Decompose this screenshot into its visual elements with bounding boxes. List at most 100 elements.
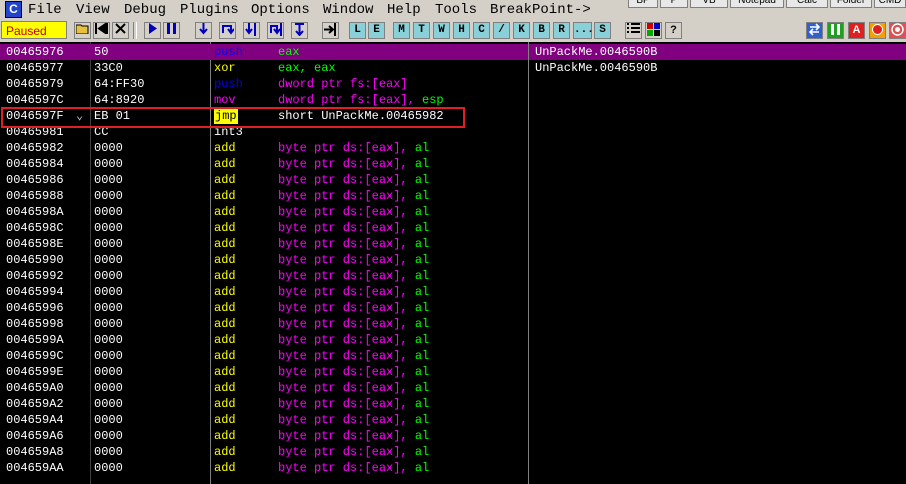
patches-window-button[interactable]: / [493,22,510,39]
help-icon[interactable]: ? [665,22,682,39]
operands-cell: byte ptr ds:[eax], al [278,381,430,395]
tab-p[interactable]: P [660,0,688,8]
restart-icon[interactable] [93,21,110,39]
threads-window-button[interactable]: T [413,22,430,39]
comment-cell[interactable]: UnPackMe.0046590B [529,44,906,60]
menu-file[interactable]: File [28,0,62,20]
disassembly-row[interactable]: 00465988 0000 add byte ptr ds:[eax], al [0,188,528,204]
disassembly-row[interactable]: 00465994 0000 add byte ptr ds:[eax], al [0,284,528,300]
grid-icon[interactable] [645,22,662,39]
plugin-icon[interactable] [827,22,844,39]
operands-cell: dword ptr fs:[eax], esp [278,93,444,107]
disassembly-row[interactable]: 004659A2 0000 add byte ptr ds:[eax], al [0,396,528,412]
tab-folder[interactable]: Folder [830,0,872,8]
disassembly-row[interactable]: 00465996 0000 add byte ptr ds:[eax], al [0,300,528,316]
close-icon[interactable] [112,22,129,39]
step-into-icon[interactable] [195,22,212,39]
disassembly-row[interactable]: 004659A8 0000 add byte ptr ds:[eax], al [0,444,528,460]
disassembly-row[interactable]: 00465977 33C0 xor eax, eax [0,60,528,76]
menu-tools[interactable]: Tools [435,0,477,20]
highlight-annotation-box [1,107,465,128]
hex-bytes-cell: 0000 [94,301,123,315]
mnemonic-cell: add [214,237,236,251]
menu-help[interactable]: Help [387,0,421,20]
address-cell: 0046599C [6,349,64,363]
trace-into-icon[interactable] [243,22,260,39]
disassembly-row[interactable]: 0046599E 0000 add byte ptr ds:[eax], al [0,364,528,380]
menu-plugins[interactable]: Plugins [180,0,239,20]
memory-window-button[interactable]: M [393,22,410,39]
address-cell: 00465984 [6,157,64,171]
refresh-icon[interactable] [806,22,823,39]
address-cell: 0046599E [6,365,64,379]
mnemonic-cell: add [214,189,236,203]
modules-window-button[interactable]: E [368,22,385,39]
menu-options[interactable]: Options [251,0,310,20]
tab-notepad[interactable]: Notepad [730,0,784,8]
attach-icon[interactable]: A [848,22,865,39]
cpu-window-button[interactable]: C [473,22,490,39]
disassembly-row[interactable]: 0046598C 0000 add byte ptr ds:[eax], al [0,220,528,236]
disassembly-row[interactable]: 00465990 0000 add byte ptr ds:[eax], al [0,252,528,268]
cpu-disassembly-pane[interactable]: 00465976 50 push eax 00465977 33C0 xor eax, eax… [0,42,906,484]
stop-icon[interactable] [869,22,886,39]
tab-cmd[interactable]: CMD [874,0,906,8]
disassembly-row[interactable]: 00465992 0000 add byte ptr ds:[eax], al [0,268,528,284]
hex-bytes-cell: 0000 [94,445,123,459]
menu-window[interactable]: Window [323,0,373,20]
disassembly-row[interactable]: 00465984 0000 add byte ptr ds:[eax], al [0,156,528,172]
menu-view[interactable]: View [76,0,110,20]
step-over-icon[interactable] [219,22,236,39]
disassembly-row[interactable]: 00465986 0000 add byte ptr ds:[eax], al [0,172,528,188]
address-cell: 00465990 [6,253,64,267]
tab-bp[interactable]: BP [628,0,658,8]
references-window-button[interactable]: R [553,22,570,39]
target-icon[interactable] [889,22,906,39]
goto-icon[interactable] [322,22,339,39]
operands-cell: byte ptr ds:[eax], al [278,189,430,203]
address-cell: 0046599A [6,333,64,347]
disassembly-row[interactable]: 0046597C 64:8920 mov dword ptr fs:[eax], es… [0,92,528,108]
disassembly-row[interactable]: 004659A6 0000 add byte ptr ds:[eax], al [0,428,528,444]
disassembly-row[interactable]: 004659A0 0000 add byte ptr ds:[eax], al [0,380,528,396]
call-stack-window-button[interactable]: K [513,22,530,39]
disassembly-row[interactable]: 00465979 64:FF30 push dword ptr fs:[eax] [0,76,528,92]
disassembly-row[interactable]: 0046599A 0000 add byte ptr ds:[eax], al [0,332,528,348]
tab-calc[interactable]: Calc [786,0,828,8]
hex-bytes-cell: 0000 [94,333,123,347]
disassembly-row[interactable]: 0046598A 0000 add byte ptr ds:[eax], al [0,204,528,220]
mnemonic-cell: add [214,461,236,475]
run-icon[interactable] [144,22,161,39]
operands-cell: byte ptr ds:[eax], al [278,301,430,315]
disassembly-row[interactable]: 00465998 0000 add byte ptr ds:[eax], al [0,316,528,332]
handles-window-button[interactable]: H [453,22,470,39]
disassembly-row[interactable]: 0046598E 0000 add byte ptr ds:[eax], al [0,236,528,252]
tab-vb[interactable]: VB [690,0,728,8]
disassembly-row[interactable]: 0046599C 0000 add byte ptr ds:[eax], al [0,348,528,364]
hex-bytes-cell: 0000 [94,189,123,203]
trace-over-icon[interactable] [267,22,284,39]
source-window-button[interactable]: S [594,22,611,39]
hex-bytes-cell: 0000 [94,381,123,395]
address-cell: 0046597C [6,93,64,107]
address-cell: 00465994 [6,285,64,299]
pause-icon[interactable] [163,22,180,39]
breakpoints-window-button[interactable]: B [533,22,550,39]
menu-breakpoint[interactable]: BreakPoint-> [490,0,591,20]
comment-cell[interactable]: UnPackMe.0046590B [535,60,657,76]
toolbar-separator [133,22,137,39]
disassembly-row[interactable]: 004659AA 0000 add byte ptr ds:[eax], al [0,460,528,476]
disassembly-row[interactable]: 004659A4 0000 add byte ptr ds:[eax], al [0,412,528,428]
run-trace-window-button[interactable]: ... [573,22,594,39]
mnemonic-cell: add [214,157,236,171]
execute-till-return-icon[interactable] [291,22,308,39]
disassembly-row[interactable]: 00465976 50 push eax [0,44,528,60]
menu-debug[interactable]: Debug [124,0,166,20]
disassembly-row[interactable]: 00465982 0000 add byte ptr ds:[eax], al [0,140,528,156]
hex-bytes-cell: 0000 [94,237,123,251]
list-icon[interactable] [625,22,642,39]
log-window-button[interactable]: L [349,22,366,39]
mnemonic-cell: add [214,205,236,219]
open-icon[interactable] [74,22,91,39]
windows-window-button[interactable]: W [433,22,450,39]
